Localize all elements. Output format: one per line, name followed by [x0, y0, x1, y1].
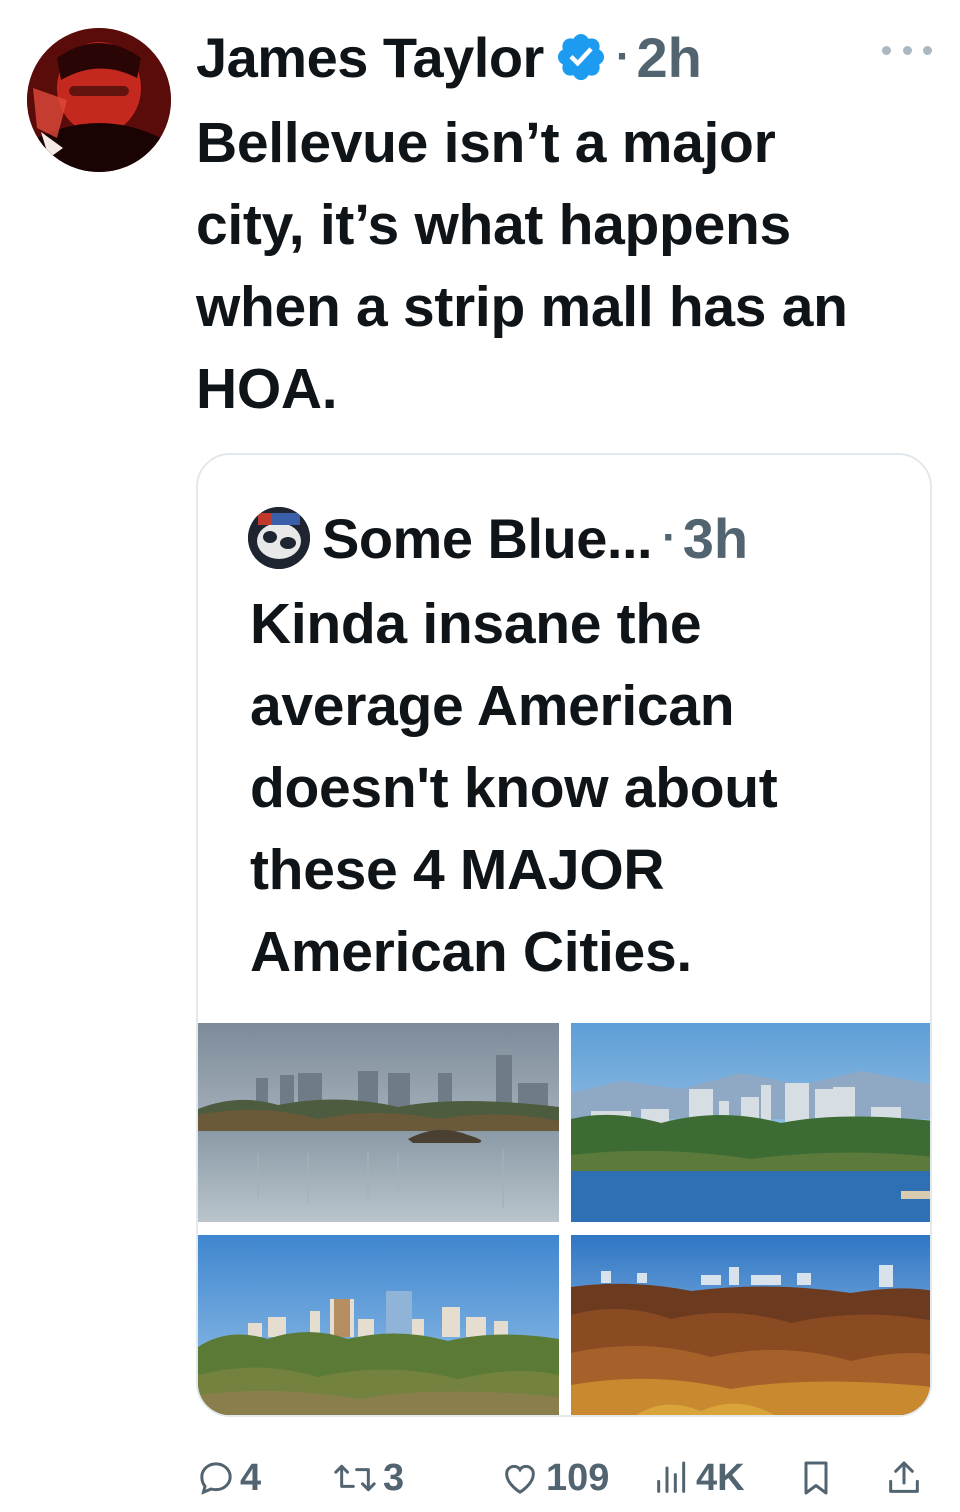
quoted-tweet-header: Some Blue... · 3h	[248, 503, 748, 573]
verified-badge-icon	[554, 30, 608, 84]
like-count: 109	[546, 1456, 610, 1499]
media-image-3[interactable]	[198, 1235, 559, 1415]
tweet-header: James Taylor · 2h	[196, 22, 932, 92]
views-icon	[652, 1458, 692, 1498]
quoted-tweet-card[interactable]: Some Blue... · 3h Kinda insane the avera…	[196, 453, 932, 1417]
quoted-author-name: Some Blue...	[322, 506, 653, 570]
quoted-separator-dot: ·	[662, 513, 677, 562]
media-image-4[interactable]	[571, 1235, 930, 1415]
media-grid	[198, 1023, 930, 1415]
separator-dot: ·	[615, 32, 631, 81]
quoted-author-avatar	[248, 507, 310, 569]
quoted-timestamp: 3h	[682, 506, 749, 570]
share-icon	[884, 1456, 924, 1500]
repost-button[interactable]: 3	[331, 1450, 404, 1506]
like-icon	[498, 1458, 542, 1498]
more-icon[interactable]	[882, 30, 932, 70]
repost-icon	[331, 1458, 379, 1498]
tweet-timestamp[interactable]: 2h	[636, 25, 701, 90]
views-button[interactable]: 4K	[652, 1450, 745, 1506]
media-image-1[interactable]	[198, 1023, 559, 1222]
bookmark-button[interactable]	[796, 1450, 836, 1506]
share-button[interactable]	[884, 1450, 924, 1506]
action-bar: 4 3 109 4K	[196, 1450, 930, 1510]
author-avatar[interactable]	[27, 28, 171, 172]
like-button[interactable]: 109	[498, 1450, 609, 1506]
views-count: 4K	[696, 1456, 745, 1499]
media-image-2[interactable]	[571, 1023, 930, 1222]
reply-count: 4	[240, 1456, 262, 1499]
quoted-tweet-text: Kinda insane the average American doesn'…	[250, 592, 778, 984]
tweet-text: Bellevue isn’t a major city, it’s what h…	[196, 111, 848, 421]
repost-count: 3	[383, 1456, 405, 1499]
author-name[interactable]: James Taylor	[196, 25, 544, 90]
reply-button[interactable]: 4	[196, 1450, 261, 1506]
reply-icon	[196, 1458, 236, 1498]
bookmark-icon	[796, 1456, 836, 1500]
